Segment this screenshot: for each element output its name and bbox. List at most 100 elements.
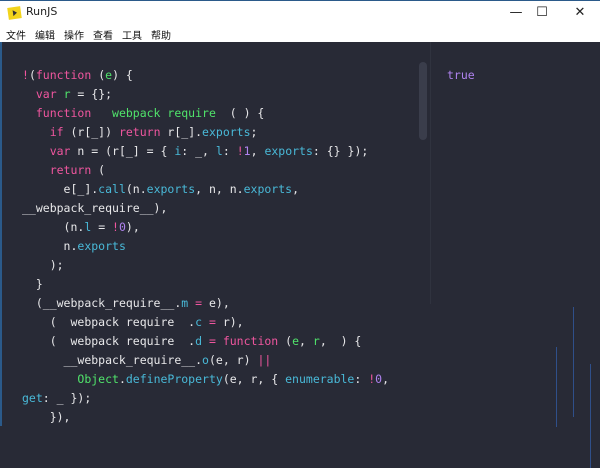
decorative-line [556, 347, 557, 427]
maximize-button[interactable]: ☐ [522, 1, 562, 25]
title-bar: RunJS — ☐ ✕ [0, 0, 600, 24]
code-token: l [215, 144, 223, 158]
code-token: exports [146, 182, 196, 196]
code-token: e), [208, 296, 230, 310]
code-token: e[_]. [63, 182, 99, 196]
code-token: = [188, 296, 209, 310]
code-token: || [257, 353, 272, 367]
code-token: return [118, 125, 161, 139]
code-line: Object.defineProperty(e, r, { enumerable… [22, 370, 389, 389]
editor-scrollbar[interactable] [419, 62, 427, 140]
menu-bar: 文件 编辑 操作 查看 工具 帮助 [0, 24, 600, 42]
code-token: , ) { [319, 334, 362, 348]
code-token: __webpack_require__. [63, 353, 203, 367]
code-token: ! [22, 68, 29, 82]
code-token: = {}; [70, 87, 113, 101]
code-token: ( [91, 163, 106, 177]
code-token: : [222, 144, 237, 158]
code-token: ; [250, 125, 258, 139]
code-line: }), [22, 408, 389, 427]
code-line: !(function (e) { [22, 66, 389, 85]
code-line: var r = {}; [22, 85, 389, 104]
code-token: = [202, 334, 223, 348]
code-token: exports [77, 239, 126, 253]
decorative-line [573, 307, 574, 417]
code-content[interactable]: !(function (e) { var r = {}; function we… [22, 66, 389, 427]
code-token: r [312, 334, 320, 348]
code-token: }), [49, 410, 71, 424]
code-token: (e, r, { [222, 372, 286, 386]
code-token: get [22, 391, 43, 405]
code-token: defineProperty [125, 372, 223, 386]
code-line: __webpack_require__), [22, 199, 389, 218]
code-token: ( [91, 68, 106, 82]
code-token: ( ) { [215, 106, 265, 120]
code-token: r[_]. [160, 125, 203, 139]
code-token: (n. [63, 220, 85, 234]
code-line: __webpack_require__.o(e, r) || [22, 351, 389, 370]
code-line: ( webpack require .c = r), [22, 313, 389, 332]
code-token: : [354, 372, 369, 386]
code-token: (n. [125, 182, 147, 196]
code-token: e [292, 334, 300, 348]
window-title: RunJS [26, 5, 58, 18]
code-token: } [35, 277, 43, 291]
code-line: function webpack require ( ) { [22, 104, 389, 123]
code-token: ( webpack require . [49, 334, 196, 348]
code-token: exports [202, 125, 251, 139]
code-token: if [49, 125, 64, 139]
code-token: , [382, 372, 390, 386]
app-logo-icon [7, 6, 22, 20]
code-token: c [195, 315, 203, 329]
code-token: exports [264, 144, 313, 158]
code-line: ); [22, 256, 389, 275]
code-line: get: _ }); [22, 389, 389, 408]
code-token: = [91, 220, 113, 234]
output-pane: true [431, 42, 600, 468]
code-token: var [35, 87, 57, 101]
code-token: ! [112, 220, 119, 234]
code-token: n = (r[_] = { [70, 144, 175, 158]
code-token: return [49, 163, 92, 177]
code-line: (n.l = !0), [22, 218, 389, 237]
code-token: function [35, 68, 92, 82]
code-token: enumerable [285, 372, 355, 386]
code-line: return ( [22, 161, 389, 180]
code-token: , [292, 182, 299, 196]
code-token: call [98, 182, 126, 196]
code-token: ( webpack require . [49, 315, 196, 329]
code-line: if (r[_]) return r[_].exports; [22, 123, 389, 142]
code-token: d [195, 334, 203, 348]
code-token: 0 [118, 220, 126, 234]
code-token: o [202, 353, 209, 367]
code-token: r [56, 87, 71, 101]
code-token: (r[_]) [63, 125, 119, 139]
code-token: (__webpack_require__. [35, 296, 182, 310]
code-token: __webpack_require__), [22, 201, 168, 215]
code-token: . [118, 372, 126, 386]
code-token: n. [63, 239, 78, 253]
code-token: function [35, 106, 92, 120]
code-token: r), [222, 315, 244, 329]
code-token: , n, n. [195, 182, 244, 196]
code-token: webpack require [91, 106, 216, 120]
code-line: e[_].call(n.exports, n, n.exports, [22, 180, 389, 199]
code-token: : _, [181, 144, 216, 158]
code-token: ) { [112, 68, 133, 82]
code-token: var [49, 144, 71, 158]
code-line: } [22, 275, 389, 294]
code-token: function [222, 334, 279, 348]
code-token: : {} }); [312, 144, 369, 158]
code-line: (__webpack_require__.m = e), [22, 294, 389, 313]
code-token: Object [77, 372, 119, 386]
code-editor[interactable]: !(function (e) { var r = {}; function we… [0, 42, 430, 426]
code-token: ! [236, 144, 244, 158]
code-token: , [250, 144, 265, 158]
code-token: : _ }); [42, 391, 92, 405]
close-button[interactable]: ✕ [560, 1, 600, 25]
code-token: exports [243, 182, 293, 196]
code-line: ( webpack require .d = function (e, r, )… [22, 332, 389, 351]
code-token: 1 [243, 144, 251, 158]
code-token: ); [49, 258, 64, 272]
code-token: = [202, 315, 223, 329]
